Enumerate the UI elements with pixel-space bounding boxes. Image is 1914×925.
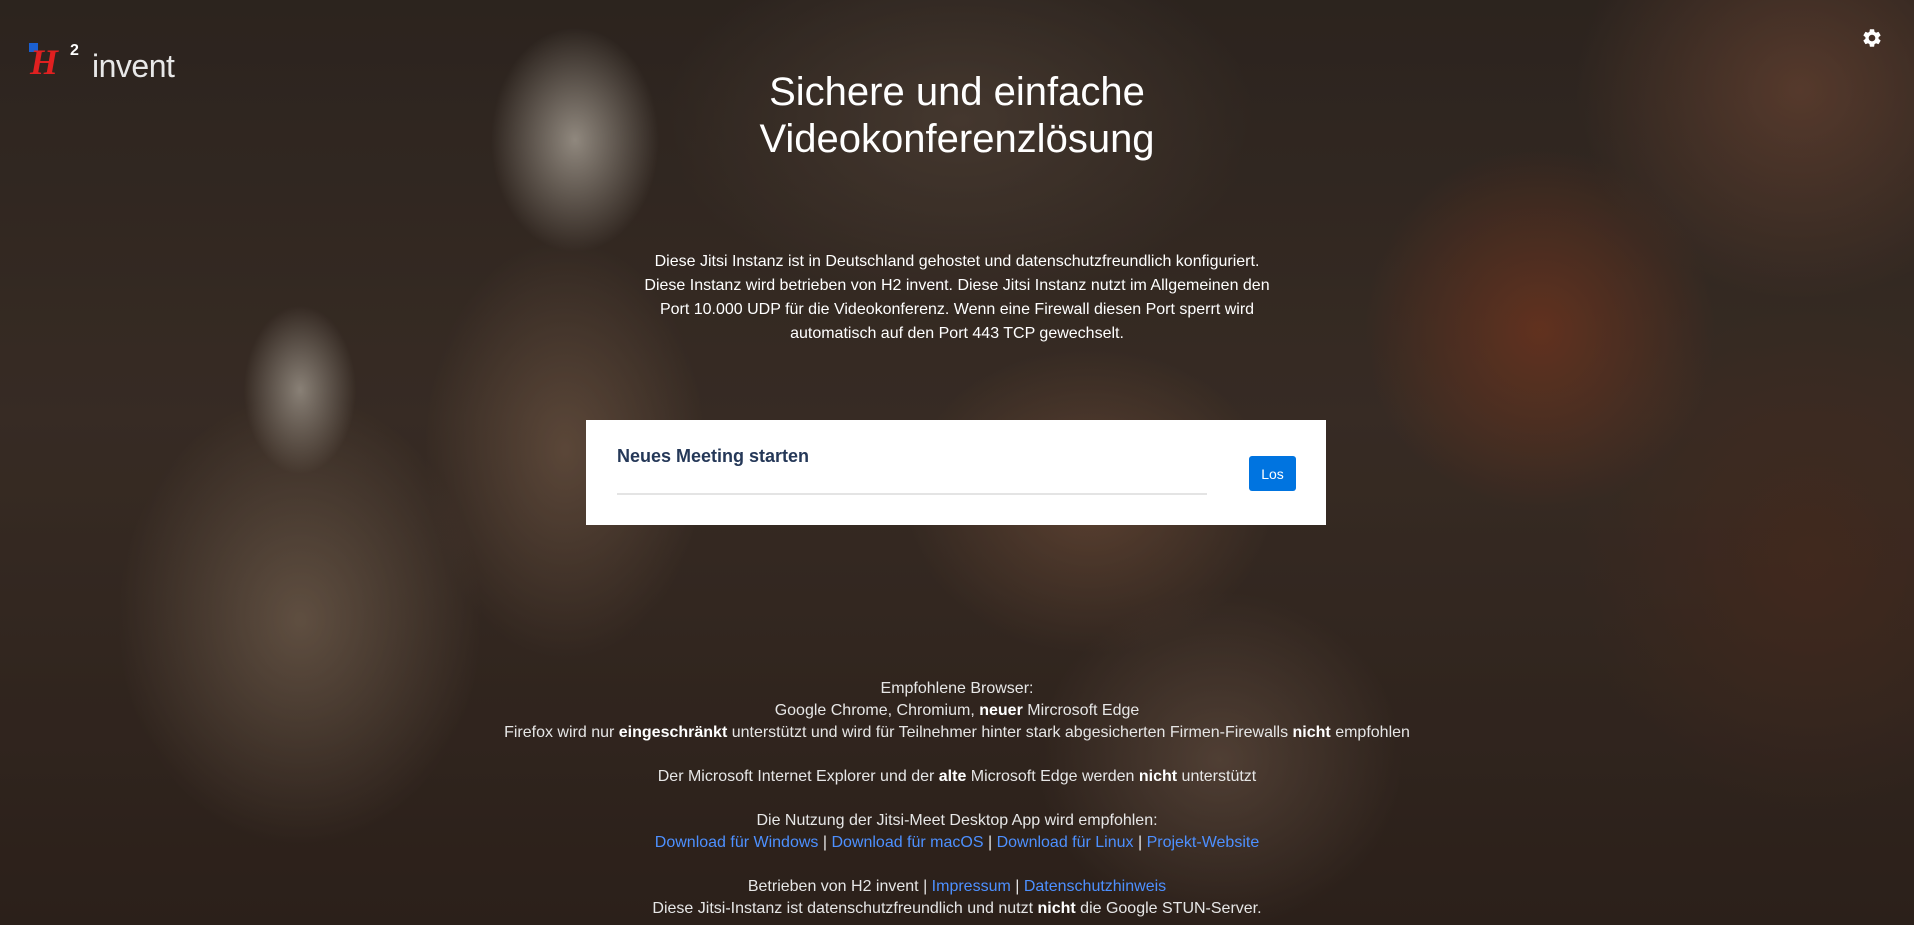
ie-bold-2: nicht — [1138, 768, 1178, 785]
stun-note: Diese Jitsi-Instanz ist datenschutzfreun… — [0, 898, 1914, 920]
link-separator: | — [1133, 834, 1147, 851]
stun-bold: nicht — [1037, 900, 1076, 917]
browsers-heading: Empfohlene Browser: — [880, 680, 1034, 697]
operated-by-text: Betrieben von H2 invent | — [747, 878, 932, 895]
new-meeting-card: Neues Meeting starten Los — [586, 420, 1326, 525]
stun-text-1: Diese Jitsi-Instanz ist datenschutzfreun… — [652, 900, 1038, 917]
firefox-text-2: unterstützt und wird für Teilnehmer hint… — [727, 724, 1293, 741]
description-line-2: Diese Instanz wird betrieben von H2 inve… — [644, 277, 1270, 294]
firefox-text-3: empfohlen — [1330, 724, 1410, 741]
link-separator: | — [983, 834, 997, 851]
download-linux-link[interactable]: Download für Linux — [997, 834, 1134, 851]
ie-bold-1: alte — [938, 768, 967, 785]
title-line-1: Sichere und einfache — [769, 69, 1145, 114]
browsers-list-bold: neuer — [979, 702, 1023, 719]
firefox-bold-2: nicht — [1292, 724, 1331, 741]
instance-description: Diese Jitsi Instanz ist in Deutschland g… — [640, 250, 1274, 346]
description-line-1: Diese Jitsi Instanz ist in Deutschland g… — [654, 253, 1260, 270]
description-line-3: Port 10.000 UDP für die Videokonferenz. … — [659, 301, 1255, 318]
link-separator: | — [1010, 878, 1024, 895]
firefox-note: Firefox wird nur eingeschränkt unterstüt… — [0, 722, 1914, 744]
page-title: Sichere und einfache Videokonferenzlösun… — [0, 69, 1914, 163]
download-links: Download für Windows | Download für macO… — [0, 832, 1914, 854]
privacy-link[interactable]: Datenschutzhinweis — [1024, 878, 1166, 895]
download-macos-link[interactable]: Download für macOS — [831, 834, 983, 851]
logo-sup: 2 — [70, 42, 79, 59]
desktop-app-heading: Die Nutzung der Jitsi-Meet Desktop App w… — [756, 812, 1158, 829]
browsers-list-text-2: Mircrosoft Edge — [1022, 702, 1140, 719]
download-windows-link[interactable]: Download für Windows — [655, 834, 819, 851]
title-line-2: Videokonferenzlösung — [759, 116, 1155, 161]
footer: Empfohlene Browser: Google Chrome, Chrom… — [0, 678, 1914, 920]
go-button[interactable]: Los — [1249, 456, 1296, 491]
ie-text-1: Der Microsoft Internet Explorer und der — [657, 768, 939, 785]
ie-text-2: Microsoft Edge werden — [966, 768, 1139, 785]
ie-text-3: unterstützt — [1177, 768, 1257, 785]
meeting-input-underline[interactable] — [617, 493, 1207, 495]
browsers-list-text: Google Chrome, Chromium, — [774, 702, 980, 719]
operator-line: Betrieben von H2 invent | Impressum | Da… — [0, 876, 1914, 898]
impressum-link[interactable]: Impressum — [932, 878, 1011, 895]
description-line-4: automatisch auf den Port 443 TCP gewechs… — [790, 325, 1124, 342]
stun-text-2: die Google STUN-Server. — [1075, 900, 1262, 917]
new-meeting-label[interactable]: Neues Meeting starten — [617, 446, 809, 467]
link-separator: | — [818, 834, 832, 851]
firefox-bold-1: eingeschränkt — [618, 724, 728, 741]
browsers-list: Google Chrome, Chromium, neuer Mircrosof… — [0, 700, 1914, 722]
ie-note: Der Microsoft Internet Explorer und der … — [0, 766, 1914, 788]
firefox-text-1: Firefox wird nur — [504, 724, 619, 741]
project-website-link[interactable]: Projekt-Website — [1147, 834, 1260, 851]
gear-icon[interactable] — [1861, 27, 1883, 49]
